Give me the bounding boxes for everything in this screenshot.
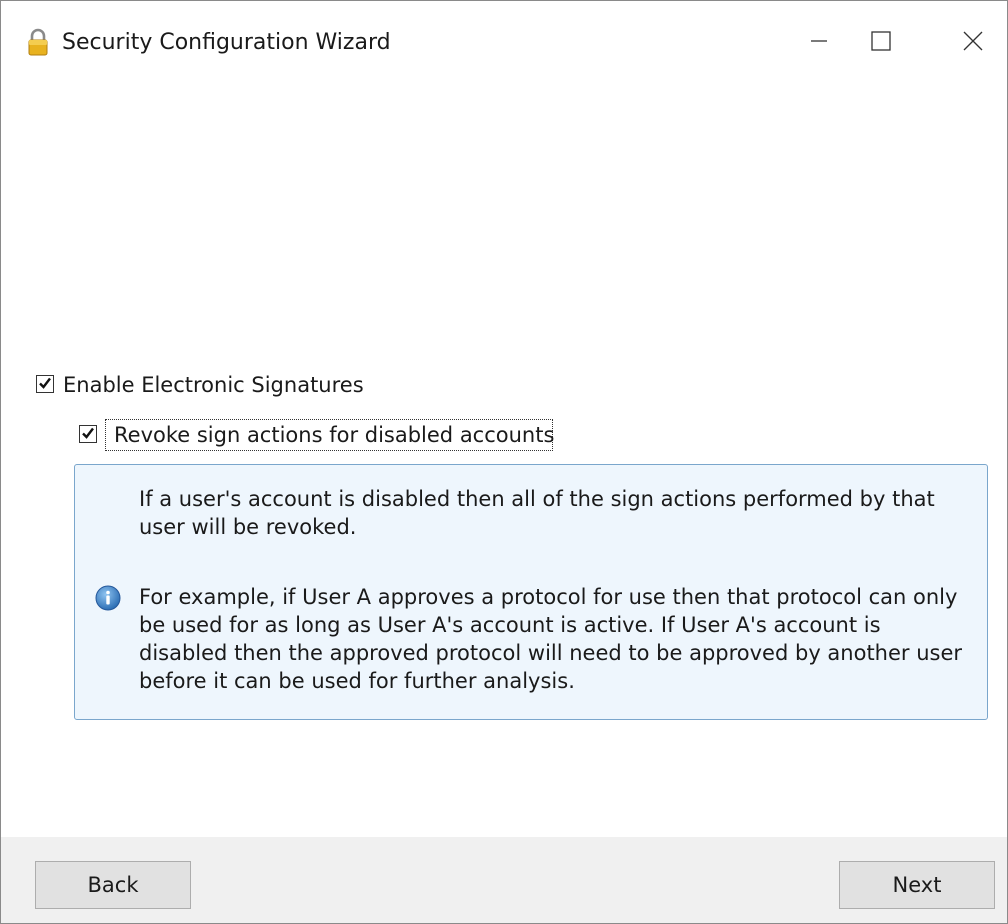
revoke-disabled-checkbox[interactable] <box>79 425 97 443</box>
minimize-icon <box>809 31 829 55</box>
title-bar: Security Configuration Wizard <box>1 1 1007 87</box>
checkmark-icon <box>81 425 95 444</box>
info-paragraph-1: If a user's account is disabled then all… <box>139 487 935 539</box>
lock-icon <box>27 27 49 57</box>
close-button[interactable] <box>945 19 1001 67</box>
minimize-button[interactable] <box>791 19 847 67</box>
info-panel: If a user's account is disabled then all… <box>74 464 988 720</box>
enable-signatures-label: Enable Electronic Signatures <box>63 373 364 397</box>
close-icon <box>962 30 984 56</box>
back-button[interactable]: Back <box>35 861 191 909</box>
next-button[interactable]: Next <box>839 861 995 909</box>
maximize-icon <box>870 30 892 56</box>
wizard-footer: Back Next <box>1 837 1007 923</box>
maximize-button[interactable] <box>853 19 909 67</box>
enable-signatures-checkbox[interactable] <box>36 375 54 393</box>
revoke-disabled-label: Revoke sign actions for disabled account… <box>114 423 555 447</box>
info-paragraph-2: For example, if User A approves a protoc… <box>139 585 963 693</box>
window-title: Security Configuration Wizard <box>62 30 391 55</box>
checkmark-icon <box>38 375 52 394</box>
wizard-window: Security Configuration Wizard Enable Ele… <box>0 0 1008 924</box>
info-icon <box>95 585 121 611</box>
